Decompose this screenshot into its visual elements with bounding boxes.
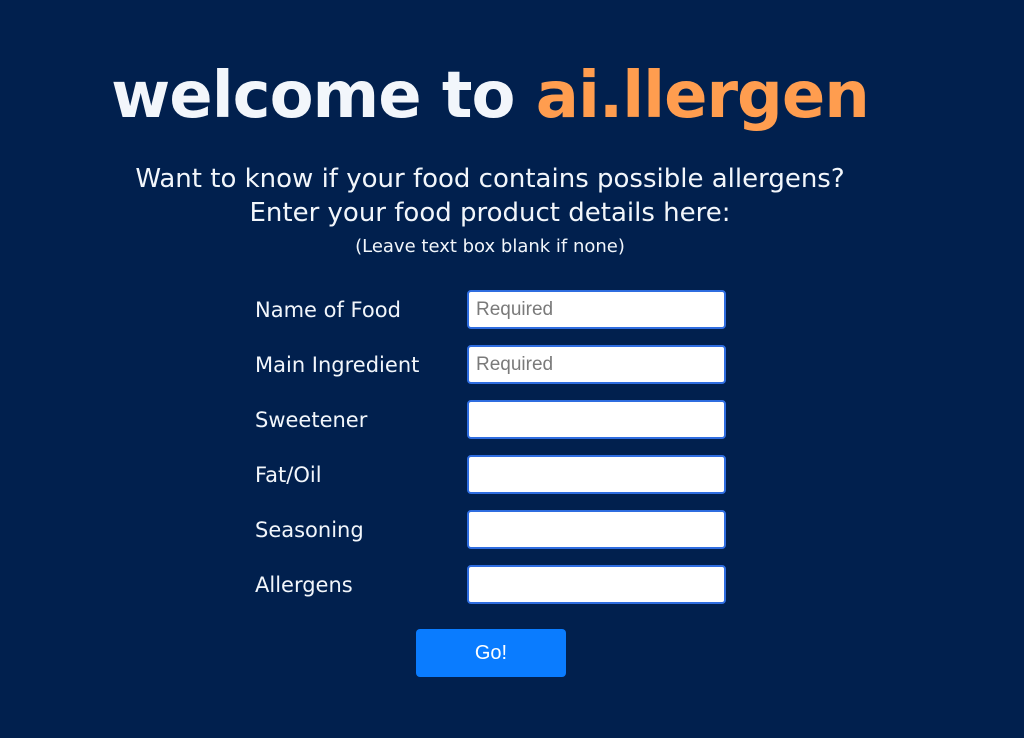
seasoning-input[interactable]	[467, 510, 726, 549]
main-ingredient-label: Main Ingredient	[255, 353, 420, 377]
name-of-food-input[interactable]	[467, 290, 726, 329]
allergens-label: Allergens	[255, 573, 353, 597]
brand-name: ai.llergen	[535, 59, 870, 133]
field-row-sweetener: Sweetener	[255, 400, 727, 440]
page: welcome to ai.llergen Want to know if yo…	[0, 0, 1024, 738]
main-ingredient-input[interactable]	[467, 345, 726, 384]
intro-instruction: Enter your food product details here:	[249, 198, 731, 228]
field-row-main-ingredient: Main Ingredient	[255, 345, 727, 385]
page-title: welcome to ai.llergen	[0, 57, 980, 135]
intro-question: Want to know if your food contains possi…	[135, 164, 845, 194]
title-prefix: welcome to	[111, 59, 536, 133]
field-row-name-of-food: Name of Food	[255, 290, 727, 330]
field-row-seasoning: Seasoning	[255, 510, 727, 550]
sweetener-label: Sweetener	[255, 408, 368, 432]
field-row-fat-oil: Fat/Oil	[255, 455, 727, 495]
blank-note: (Leave text box blank if none)	[355, 236, 625, 257]
go-button[interactable]: Go!	[416, 629, 566, 677]
name-of-food-label: Name of Food	[255, 298, 401, 322]
fat-oil-input[interactable]	[467, 455, 726, 494]
field-row-allergens: Allergens	[255, 565, 727, 605]
sweetener-input[interactable]	[467, 400, 726, 439]
allergens-input[interactable]	[467, 565, 726, 604]
fat-oil-label: Fat/Oil	[255, 463, 322, 487]
seasoning-label: Seasoning	[255, 518, 364, 542]
